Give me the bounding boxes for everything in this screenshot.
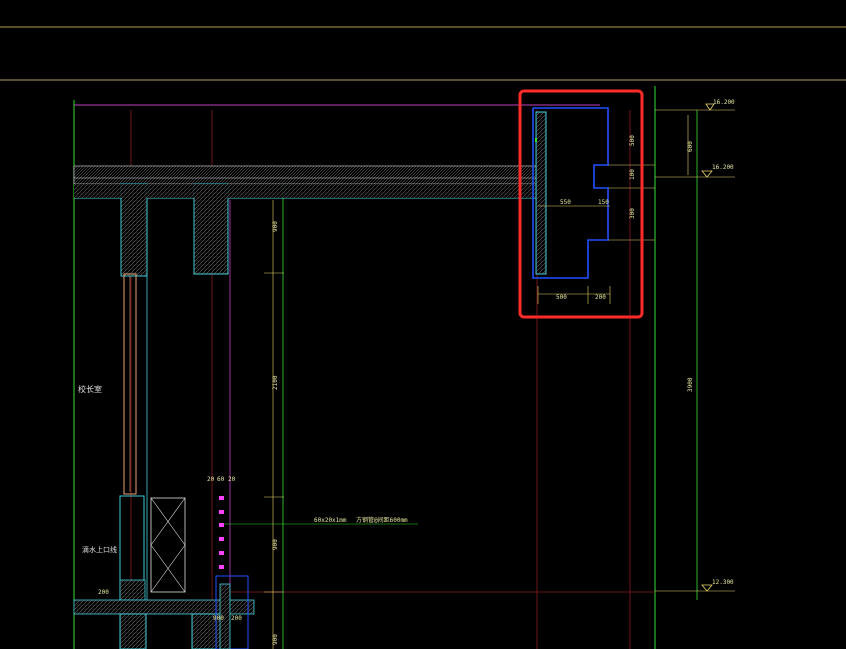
room-label: 校长室 bbox=[78, 384, 102, 394]
detail-dim-500b-text: 500 bbox=[556, 294, 567, 301]
fixing-markers bbox=[219, 496, 224, 569]
mid-dim-d-text: 900 bbox=[272, 634, 279, 645]
dim-600-text: 600 bbox=[687, 141, 694, 152]
right-dim-lines bbox=[655, 109, 735, 592]
detail-dim-100-text: 100 bbox=[629, 169, 636, 180]
elevation-middle-text: 16.200 bbox=[712, 164, 734, 171]
floor-slab bbox=[73, 165, 539, 185]
note-left-label: 滴水上口线 bbox=[82, 545, 117, 554]
mid-dim-c-text: 900 bbox=[272, 539, 279, 550]
middle-dim-chain bbox=[264, 200, 284, 649]
detail-dim-500-text: 500 bbox=[629, 135, 636, 146]
cad-drawing-canvas: 16.200 16.200 12.300 600 3900 500 100 30… bbox=[0, 26, 846, 649]
lower-dim-t3-text: 20 bbox=[228, 476, 236, 483]
bracing-box bbox=[150, 497, 186, 593]
detail-dim-150-text: 150 bbox=[598, 199, 609, 206]
lower-dim-b1-text: 200 bbox=[98, 589, 109, 596]
slab-zone bbox=[74, 184, 538, 198]
lower-dim-t1-text: 20 bbox=[207, 476, 215, 483]
detail-dim-200-text: 200 bbox=[595, 294, 606, 301]
elevation-marker-bottom bbox=[701, 584, 713, 592]
lower-hatch-block bbox=[119, 579, 146, 601]
elevation-top-text: 16.200 bbox=[713, 99, 735, 106]
lower-dim-b3-text: 200 bbox=[231, 615, 242, 622]
elevation-bottom-text: 12.300 bbox=[712, 579, 734, 586]
detail-dim-lines bbox=[537, 164, 655, 304]
mid-dim-b-text: 2100 bbox=[272, 375, 279, 390]
annotation-small-label: 60x20x1mm bbox=[314, 517, 347, 524]
detail-dim-550-text: 550 bbox=[560, 199, 571, 206]
lower-dim-b2-text: 900 bbox=[213, 615, 224, 622]
elevation-marker-middle bbox=[701, 170, 713, 178]
lower-beam-left bbox=[119, 613, 147, 649]
annotation-main-label: 方钢管@间距600mm bbox=[356, 516, 408, 524]
mid-dim-a-text: 900 bbox=[272, 221, 279, 232]
parapet-wall bbox=[535, 111, 547, 275]
detail-dim-300-text: 300 bbox=[629, 208, 636, 219]
dim-3900-text: 3900 bbox=[687, 377, 694, 392]
lower-dim-t2-text: 60 bbox=[217, 476, 225, 483]
